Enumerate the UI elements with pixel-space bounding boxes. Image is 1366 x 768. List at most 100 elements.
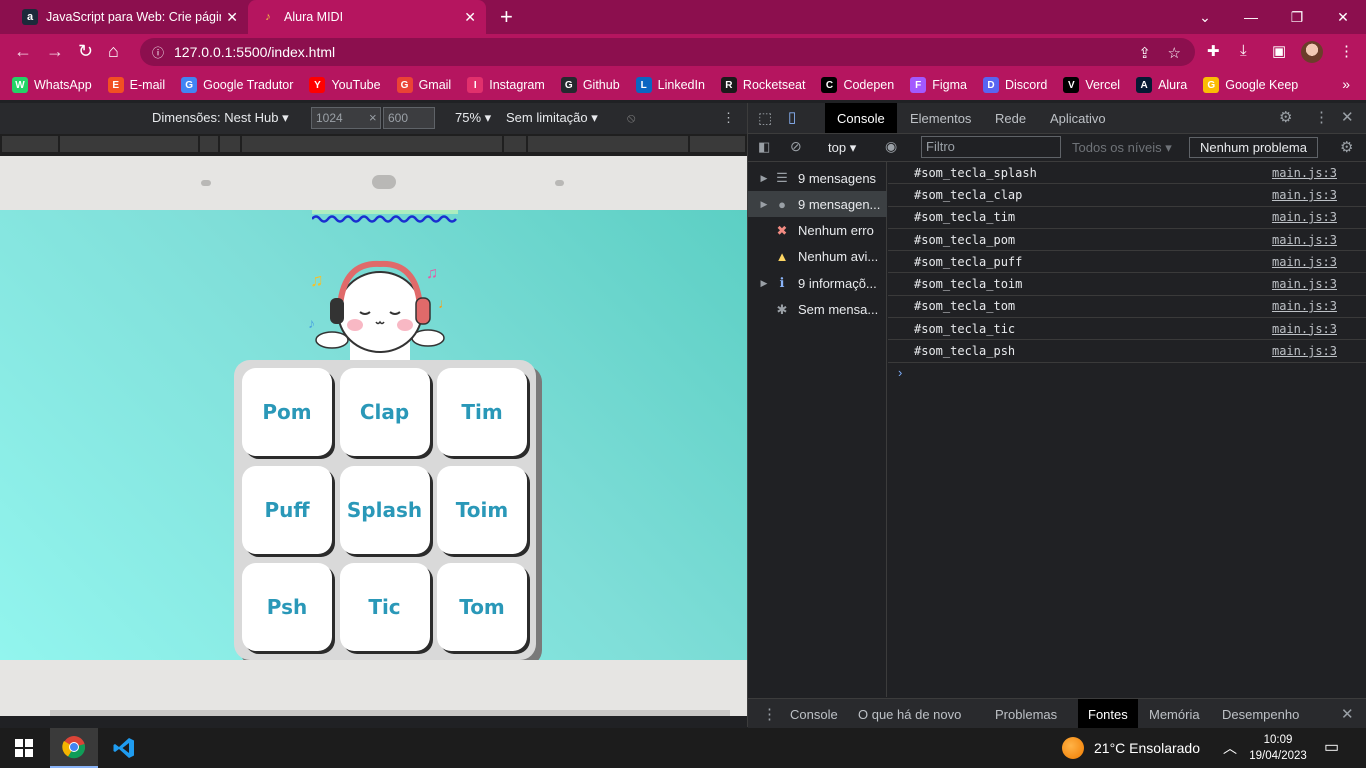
clear-console-icon[interactable]: ⊘ (790, 138, 802, 155)
console-sidebar-item[interactable]: ✱ Sem mensa... (748, 297, 887, 323)
bookmark-instagram[interactable]: I Instagram (467, 77, 545, 93)
sidebar-toggle-icon[interactable]: ◧ (758, 139, 770, 155)
zoom-select[interactable]: 75% ▾ (455, 110, 491, 126)
drawer-tab-performance[interactable]: Desempenho (1212, 699, 1309, 729)
minimize-icon[interactable]: — (1228, 0, 1274, 34)
bookmark-gmail[interactable]: G Gmail (396, 77, 451, 93)
device-menu-icon[interactable]: ⋮ (722, 110, 735, 126)
close-drawer-icon[interactable]: ✕ (1341, 705, 1354, 723)
tab-javascript-course[interactable]: a JavaScript para Web: Crie páginas ✕ (8, 0, 248, 34)
close-window-icon[interactable]: ✕ (1320, 0, 1366, 34)
console-settings-icon[interactable]: ⚙ (1340, 138, 1353, 156)
bookmark-e-mail[interactable]: E E-mail (107, 77, 165, 93)
key-puff[interactable]: Puff (242, 465, 332, 554)
tab-application[interactable]: Aplicativo (1038, 103, 1118, 133)
tab-alura-midi[interactable]: ♪ Alura MIDI ✕ (248, 0, 486, 34)
bookmark-github[interactable]: G Github (560, 77, 620, 93)
console-source-link[interactable]: main.js:3 (1272, 166, 1337, 180)
address-bar[interactable]: ⓘ 127.0.0.1:5500/index.html ⇪ ☆ (140, 38, 1195, 66)
console-source-link[interactable]: main.js:3 (1272, 210, 1337, 224)
key-splash[interactable]: Splash (339, 465, 430, 554)
console-sidebar-item[interactable]: ▲ Nenhum avi... (748, 244, 887, 270)
system-clock[interactable]: 10:09 19/04/2023 (1248, 732, 1308, 764)
tray-chevron-up-icon[interactable]: ︿ (1223, 738, 1237, 758)
tab-elements[interactable]: Elementos (898, 103, 983, 133)
tab-console[interactable]: Console (825, 103, 897, 133)
console-prompt-icon[interactable]: › (898, 365, 902, 380)
new-tab-icon[interactable]: + (500, 6, 513, 28)
devtools-menu-icon[interactable]: ⋮ (1314, 108, 1329, 126)
throttle-select[interactable]: Sem limitação ▾ (506, 110, 598, 126)
site-info-icon[interactable]: ⓘ (152, 44, 164, 61)
download-icon[interactable]: ⤓ (1240, 42, 1247, 59)
console-source-link[interactable]: main.js:3 (1272, 188, 1337, 202)
weather-widget[interactable]: 21°C Ensolarado (1062, 737, 1200, 759)
bookmark-figma[interactable]: F Figma (910, 77, 967, 93)
more-bookmarks-icon[interactable]: » (1342, 76, 1350, 92)
bookmark-alura[interactable]: A Alura (1136, 77, 1187, 93)
menu-icon[interactable]: ⋮ (1339, 42, 1354, 60)
console-source-link[interactable]: main.js:3 (1272, 255, 1337, 269)
device-dimensions-select[interactable]: Dimensões: Nest Hub ▾ (152, 110, 289, 126)
console-source-link[interactable]: main.js:3 (1272, 277, 1337, 291)
console-source-link[interactable]: main.js:3 (1272, 344, 1337, 358)
console-source-link[interactable]: main.js:3 (1272, 299, 1337, 313)
bookmark-rocketseat[interactable]: R Rocketseat (720, 77, 805, 93)
bookmark-linkedin[interactable]: L LinkedIn (635, 77, 705, 93)
console-sidebar-item[interactable]: ▶ ☰ 9 mensagens (748, 165, 887, 191)
console-filter-input[interactable]: Filtro (921, 136, 1061, 158)
close-tab-icon[interactable]: ✕ (464, 9, 476, 26)
tab-search-icon[interactable]: ⌄ (1182, 0, 1228, 34)
vscode-app-icon[interactable] (100, 728, 148, 768)
key-tom[interactable]: Tom (437, 563, 527, 651)
restore-icon[interactable]: ❐ (1274, 0, 1320, 34)
notifications-icon[interactable]: ▭ (1324, 737, 1339, 757)
console-sidebar-item[interactable]: ▶ ℹ 9 informaçõ... (748, 270, 887, 296)
key-psh[interactable]: Psh (242, 563, 332, 651)
console-source-link[interactable]: main.js:3 (1272, 233, 1337, 247)
key-pom[interactable]: Pom (242, 368, 332, 456)
share-icon[interactable]: ⇪ (1138, 44, 1151, 62)
inspect-element-icon[interactable]: ⬚ (758, 109, 772, 127)
drawer-tab-sources[interactable]: Fontes (1078, 699, 1138, 729)
windows-start-icon[interactable] (0, 728, 48, 768)
profile-avatar[interactable] (1301, 41, 1323, 63)
bookmark-codepen[interactable]: C Codepen (821, 77, 894, 93)
live-expression-eye-icon[interactable]: ◉ (885, 138, 897, 155)
drawer-tab-console[interactable]: Console (780, 699, 848, 729)
bookmark-google-keep[interactable]: G Google Keep (1203, 77, 1298, 93)
bookmark-star-icon[interactable]: ☆ (1168, 44, 1181, 62)
bookmark-google-tradutor[interactable]: G Google Tradutor (181, 77, 293, 93)
log-levels-select[interactable]: Todos os níveis ▾ (1072, 140, 1172, 156)
device-height-input[interactable]: 600 (383, 107, 435, 129)
rotate-icon[interactable]: ⦸ (627, 110, 635, 126)
bookmark-youtube[interactable]: Y YouTube (309, 77, 381, 93)
settings-gear-icon[interactable]: ⚙ (1279, 108, 1292, 126)
side-panel-icon[interactable]: ▣ (1272, 42, 1286, 60)
key-tic[interactable]: Tic (339, 563, 430, 651)
bookmark-vercel[interactable]: V Vercel (1063, 77, 1120, 93)
extensions-icon[interactable]: ✚ (1207, 42, 1220, 60)
key-clap[interactable]: Clap (339, 368, 430, 456)
chrome-app-icon[interactable] (50, 728, 98, 768)
drawer-tab-memory[interactable]: Memória (1139, 699, 1210, 729)
console-sidebar-item[interactable]: ▶ ● 9 mensagen... (748, 191, 887, 218)
key-toim[interactable]: Toim (437, 465, 527, 554)
drawer-tab-issues[interactable]: Problemas (985, 699, 1067, 729)
console-source-link[interactable]: main.js:3 (1272, 322, 1337, 336)
close-tab-icon[interactable]: ✕ (226, 9, 238, 26)
context-select[interactable]: top ▾ (828, 140, 856, 156)
reload-icon[interactable]: ↻ (78, 42, 93, 60)
tab-network[interactable]: Rede (983, 103, 1038, 133)
back-icon[interactable]: ← (14, 42, 32, 60)
drawer-tab-whats-new[interactable]: O que há de novo (848, 699, 971, 729)
bookmark-whatsapp[interactable]: W WhatsApp (12, 77, 92, 93)
console-sidebar-item[interactable]: ✖ Nenhum erro (748, 218, 887, 244)
device-toggle-icon[interactable]: ▯ (788, 108, 796, 126)
bookmark-discord[interactable]: D Discord (982, 77, 1047, 93)
close-devtools-icon[interactable]: ✕ (1341, 108, 1354, 126)
issues-button[interactable]: Nenhum problema (1189, 137, 1318, 158)
forward-icon[interactable]: → (46, 42, 64, 60)
key-tim[interactable]: Tim (437, 368, 527, 456)
home-icon[interactable]: ⌂ (108, 42, 119, 60)
